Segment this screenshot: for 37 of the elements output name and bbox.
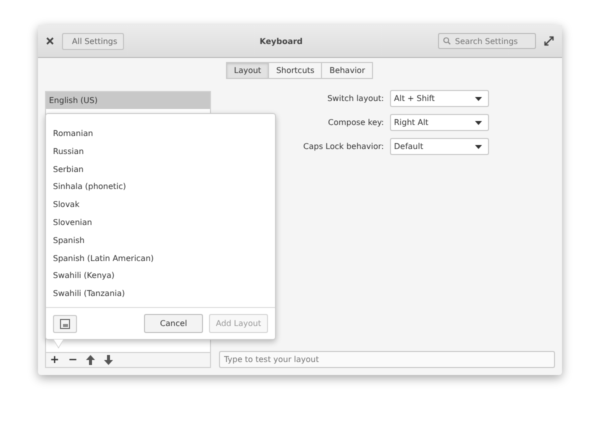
- setting-dropdown[interactable]: Default: [390, 138, 489, 155]
- language-item[interactable]: Slovenian: [46, 214, 275, 232]
- back-button[interactable]: All Settings: [62, 32, 124, 50]
- setting-label: Caps Lock behavior:: [302, 142, 384, 151]
- popover-button[interactable]: Cancel: [144, 314, 203, 333]
- keyboard-preview-button[interactable]: [53, 314, 77, 332]
- language-item[interactable]: Swahili (Kenya): [46, 267, 275, 286]
- toolbar-button[interactable]: −: [68, 355, 78, 365]
- setting-label: Compose key:: [327, 118, 384, 127]
- search-icon: [443, 36, 451, 46]
- tab[interactable]: Layout: [226, 62, 270, 79]
- language-item[interactable]: Romanian: [46, 125, 275, 143]
- language-item[interactable]: Slovak: [46, 196, 275, 214]
- language-item[interactable]: Spanish: [46, 232, 275, 250]
- language-item[interactable]: Russian: [46, 142, 275, 161]
- layout-list-item[interactable]: English (US): [46, 92, 210, 109]
- window-title: Keyboard: [258, 36, 304, 46]
- setting-dropdown[interactable]: Alt + Shift: [390, 90, 489, 107]
- setting-label: Switch layout:: [326, 94, 384, 103]
- up-arrow-icon[interactable]: [86, 355, 96, 365]
- tab[interactable]: Shortcuts: [268, 62, 322, 79]
- dropdown-caret-icon: [475, 120, 482, 124]
- test-input-field[interactable]: Type to test your layout: [219, 351, 555, 368]
- search-field[interactable]: Search Settings: [438, 33, 536, 49]
- language-item[interactable]: Sinhala (phonetic): [46, 178, 275, 196]
- tab[interactable]: Behavior: [321, 62, 373, 79]
- dropdown-caret-icon: [475, 144, 482, 148]
- down-arrow-icon[interactable]: [104, 355, 114, 365]
- keyboard-icon: [60, 318, 70, 328]
- dropdown-caret-icon: [475, 96, 482, 100]
- language-item[interactable]: Swahili (Tanzania): [46, 285, 275, 303]
- close-button[interactable]: [44, 35, 56, 47]
- language-item[interactable]: Spanish (Latin American): [46, 250, 275, 268]
- language-item[interactable]: Serbian: [46, 160, 275, 178]
- setting-dropdown[interactable]: Right Alt: [390, 114, 489, 131]
- maximize-button[interactable]: [542, 34, 556, 48]
- toolbar-button[interactable]: +: [50, 355, 60, 365]
